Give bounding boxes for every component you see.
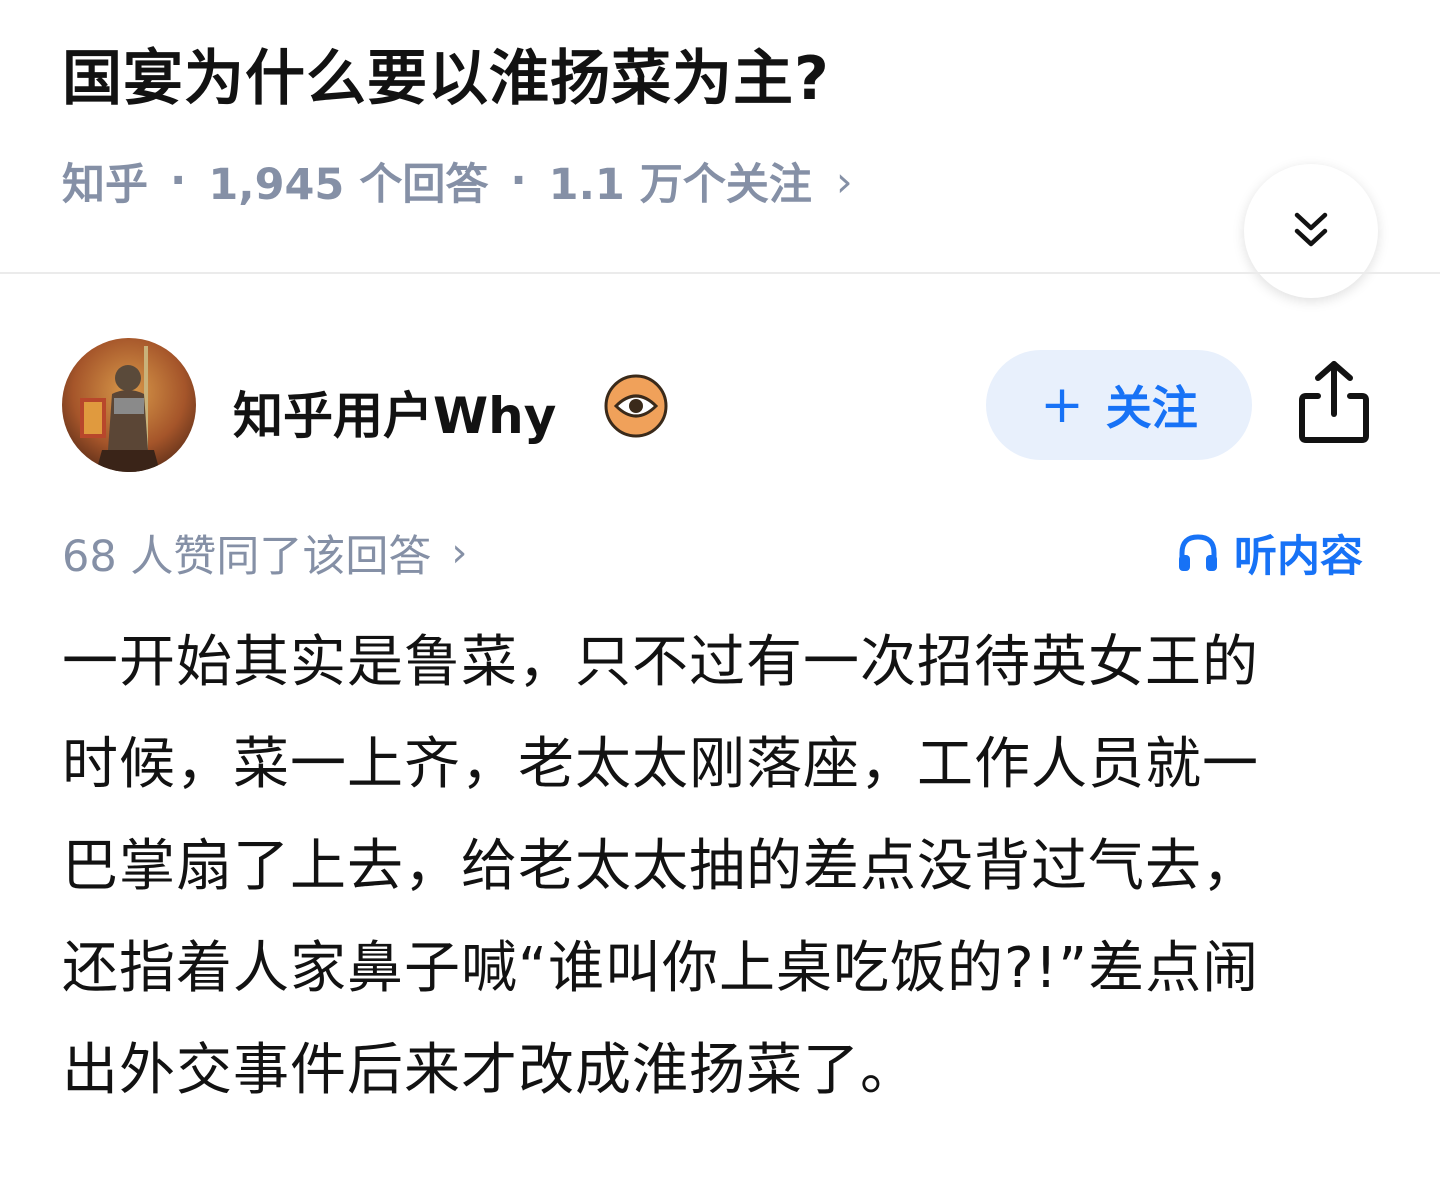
answer-count: 1,945 个回答 bbox=[208, 160, 489, 210]
question-title[interactable]: 国宴为什么要以淮扬菜为主? bbox=[62, 30, 830, 117]
source-label: 知乎 bbox=[62, 160, 148, 210]
headphones-icon bbox=[1179, 534, 1217, 571]
expand-button[interactable] bbox=[1244, 164, 1378, 298]
avatar[interactable] bbox=[62, 338, 196, 472]
answer-line: 巴掌扇了上去，给老太太抽的差点没背过气去， bbox=[62, 834, 1259, 899]
answer-page: 国宴为什么要以淮扬菜为主? 知乎 · 1,945 个回答 · 1.1 万个关注 … bbox=[0, 0, 1440, 1192]
follow-label: 关注 bbox=[1105, 381, 1198, 435]
question-meta[interactable]: 知乎 · 1,945 个回答 · 1.1 万个关注 › bbox=[62, 150, 853, 212]
answer-line: 还指着人家鼻子喊“谁叫你上桌吃饭的?!”差点闹 bbox=[62, 936, 1260, 1001]
chevron-right-icon: › bbox=[451, 530, 468, 576]
listen-label: 听内容 bbox=[1234, 532, 1363, 582]
answer-content: 一开始其实是鲁菜，只不过有一次招待英女王的 时候，菜一上齐，老太太刚落座，工作人… bbox=[62, 612, 1382, 1122]
author-name[interactable]: 知乎用户Why bbox=[233, 376, 556, 448]
eye-icon[interactable] bbox=[604, 374, 668, 438]
meta-separator: · bbox=[510, 156, 527, 206]
share-icon bbox=[1299, 361, 1369, 443]
follow-button[interactable]: + 关注 bbox=[986, 350, 1252, 460]
vote-summary[interactable]: 68 人赞同了该回答 › bbox=[62, 522, 467, 584]
answer-line: 出外交事件后来才改成淮扬菜了。 bbox=[62, 1038, 917, 1103]
double-chevron-down-icon bbox=[1294, 212, 1328, 247]
share-button[interactable] bbox=[1296, 358, 1372, 446]
listen-button[interactable]: 听内容 bbox=[1176, 522, 1363, 584]
meta-separator: · bbox=[170, 156, 187, 206]
chevron-right-icon: › bbox=[835, 156, 853, 206]
watermark bbox=[616, 578, 820, 612]
follower-count: 1.1 万个关注 bbox=[548, 160, 812, 210]
answer-line: 时候，菜一上齐，老太太刚落座，工作人员就一 bbox=[62, 732, 1259, 797]
plus-icon: + bbox=[1040, 375, 1084, 435]
header-divider bbox=[0, 272, 1440, 274]
vote-text: 68 人赞同了该回答 bbox=[62, 532, 432, 582]
answer-line: 一开始其实是鲁菜，只不过有一次招待英女王的 bbox=[62, 630, 1259, 695]
